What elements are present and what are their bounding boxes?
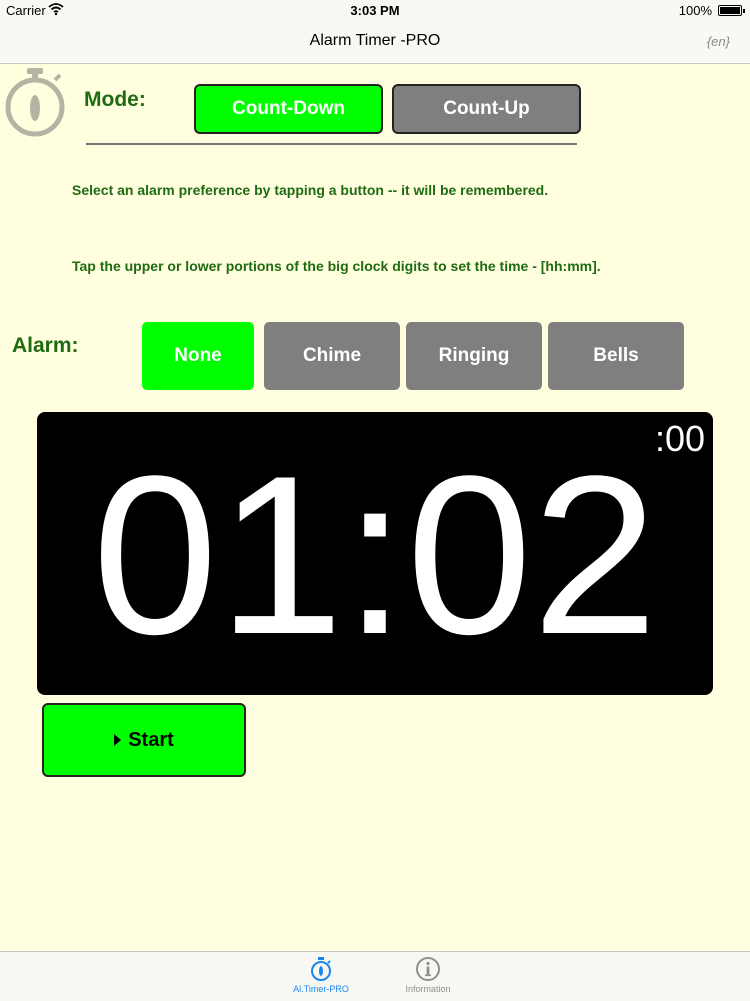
alarm-ringing-button[interactable]: Ringing <box>406 322 542 390</box>
start-button[interactable]: Start <box>42 703 246 777</box>
language-indicator[interactable]: {en} <box>707 34 730 49</box>
clock-display: :00 01:02 <box>37 412 713 695</box>
status-time: 3:03 PM <box>350 3 400 18</box>
clock-decrement-zone[interactable] <box>37 553 713 694</box>
mode-divider <box>86 143 577 145</box>
count-down-button[interactable]: Count-Down <box>194 84 383 134</box>
tab-bar: Al.Timer-PRO Information <box>0 951 750 1001</box>
tab-information[interactable]: Information <box>383 954 473 999</box>
alarm-label: Alarm: <box>12 334 79 357</box>
mode-label: Mode: <box>84 88 146 111</box>
stopwatch-logo-icon <box>2 66 68 143</box>
page-title: Alarm Timer -PRO <box>309 32 441 49</box>
tab-information-label: Information <box>405 984 451 994</box>
battery-icon <box>718 5 745 16</box>
alarm-bells-button[interactable]: Bells <box>548 322 684 390</box>
battery-percentage: 100% <box>678 3 712 18</box>
alarm-instruction-text: Select an alarm preference by tapping a … <box>72 182 549 198</box>
stopwatch-icon <box>276 956 366 982</box>
info-icon <box>383 956 473 982</box>
clock-increment-zone[interactable] <box>37 412 713 553</box>
time-instruction-text: Tap the upper or lower portions of the b… <box>72 258 601 274</box>
alarm-none-button[interactable]: None <box>142 322 254 390</box>
start-button-label: Start <box>128 728 174 751</box>
play-icon <box>114 734 122 746</box>
count-up-button[interactable]: Count-Up <box>392 84 581 134</box>
status-bar: Carrier 3:03 PM 100% <box>0 0 750 22</box>
alarm-chime-button[interactable]: Chime <box>264 322 400 390</box>
navigation-bar: Alarm Timer -PRO {en} <box>0 22 750 64</box>
tab-timer[interactable]: Al.Timer-PRO <box>276 954 366 999</box>
tab-timer-label: Al.Timer-PRO <box>293 984 349 994</box>
